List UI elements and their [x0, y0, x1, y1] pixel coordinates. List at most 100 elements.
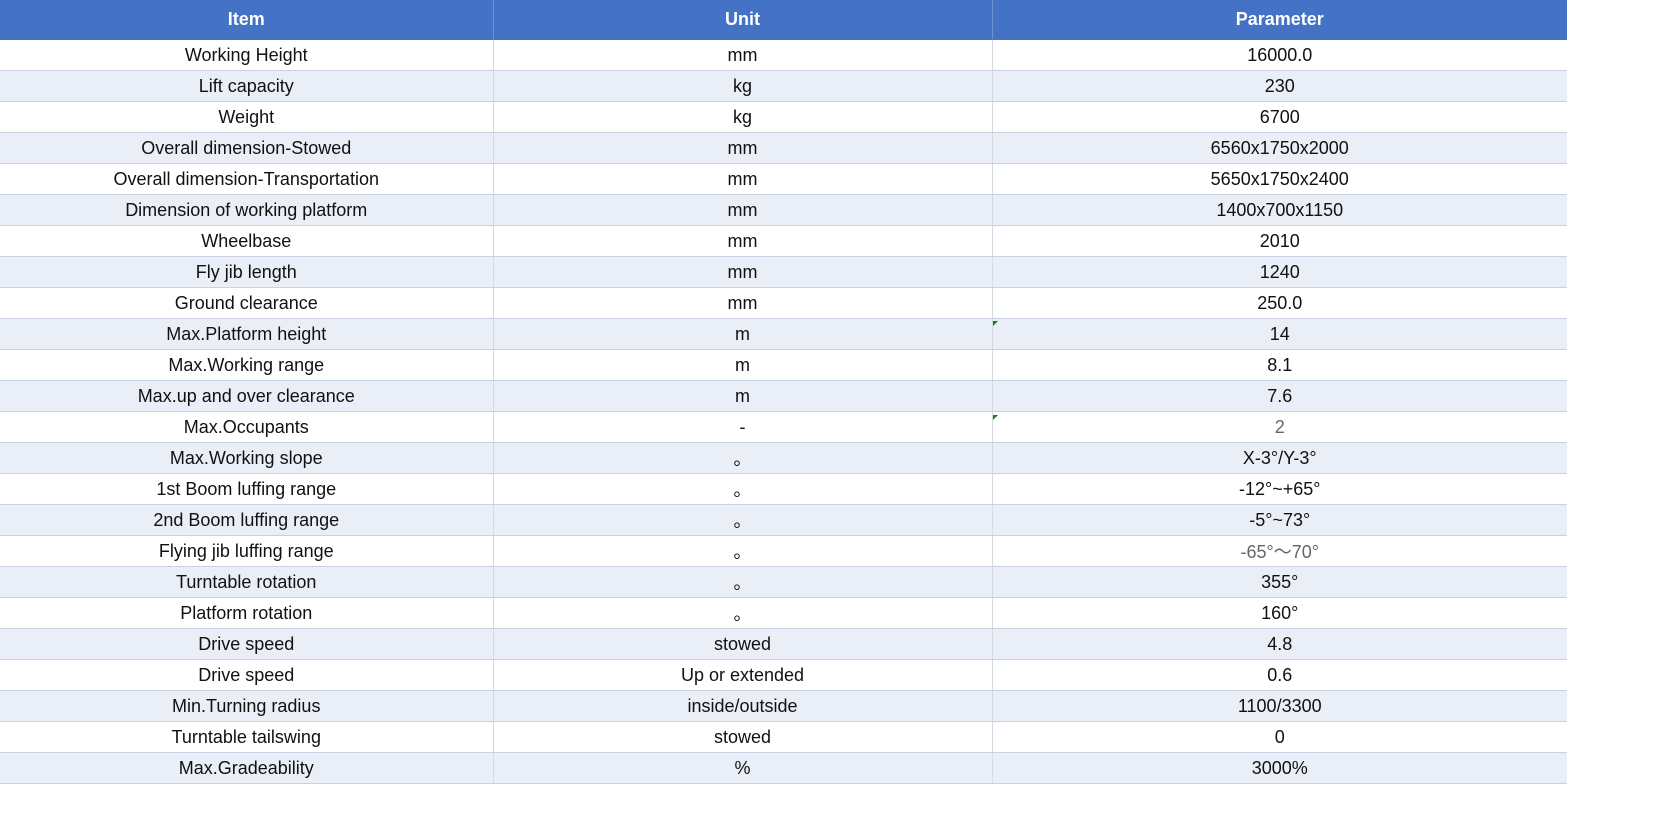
spec-table: Item Unit Parameter Working Height mm 1600… [0, 0, 1567, 784]
cell-note-marker [993, 321, 998, 326]
cell-parameter[interactable]: 6700 [992, 101, 1567, 133]
cell-unit[interactable]: mm [493, 225, 993, 257]
cell-item[interactable]: 2nd Boom luffing range [0, 504, 494, 536]
table-row: Max.Occupants -2 [0, 411, 1567, 443]
cell-parameter[interactable]: -12°~+65° [992, 473, 1567, 505]
cell-parameter[interactable]: 1400x700x1150 [992, 194, 1567, 226]
table-body: Working Height mm 16000.0 Lift capacity kg 23… [0, 39, 1567, 784]
cell-item[interactable]: Max.Platform height [0, 318, 494, 350]
cell-parameter[interactable]: 250.0 [992, 287, 1567, 319]
cell-unit[interactable]: mm [493, 287, 993, 319]
cell-parameter[interactable]: 230 [992, 70, 1567, 102]
cell-unit[interactable]: Up or extended [493, 659, 993, 691]
cell-item[interactable]: Drive speed [0, 659, 494, 691]
table-row: Max.Working slope。 X-3°/Y-3° [0, 442, 1567, 474]
cell-item[interactable]: Ground clearance [0, 287, 494, 319]
table-row: Wheelbase mm 2010 [0, 225, 1567, 257]
cell-unit[interactable]: mm [493, 132, 993, 164]
table-row: 1st Boom luffing range。 -12°~+65° [0, 473, 1567, 505]
cell-unit[interactable]: mm [493, 194, 993, 226]
cell-parameter[interactable]: 355° [992, 566, 1567, 598]
cell-item[interactable]: Max.Working range [0, 349, 494, 381]
cell-parameter[interactable]: 14 [992, 318, 1567, 350]
cell-unit[interactable]: 。 [493, 442, 993, 474]
cell-unit[interactable]: m [493, 349, 993, 381]
header-parameter[interactable]: Parameter [992, 0, 1567, 40]
cell-item[interactable]: Max.Gradeability [0, 752, 494, 784]
table-row: Min.Turning radius inside/outside 1100/330… [0, 690, 1567, 722]
cell-item[interactable]: Fly jib length [0, 256, 494, 288]
table-row: Max.Platform height m 14 [0, 318, 1567, 350]
cell-parameter[interactable]: 1100/3300 [992, 690, 1567, 722]
table-row: 2nd Boom luffing range。 -5°~73° [0, 504, 1567, 536]
table-row: Drive speed stowed 4.8 [0, 628, 1567, 660]
table-row: Drive speed Up or extended 0.6 [0, 659, 1567, 691]
spec-sheet: Item Unit Parameter Working Height mm 1600… [0, 0, 1567, 791]
cell-item[interactable]: Working Height [0, 39, 494, 71]
cell-item[interactable]: Weight [0, 101, 494, 133]
cell-parameter[interactable]: 4.8 [992, 628, 1567, 660]
table-row: Lift capacity kg 230 [0, 70, 1567, 102]
table-row: Ground clearance mm 250.0 [0, 287, 1567, 319]
cell-unit[interactable]: stowed [493, 721, 993, 753]
table-row: Dimension of working platform mm 1400x700x… [0, 194, 1567, 226]
cell-parameter[interactable]: -65°～70° [992, 535, 1567, 567]
cell-parameter[interactable]: X-3°/Y-3° [992, 442, 1567, 474]
cell-unit[interactable]: 。 [493, 566, 993, 598]
table-row: Overall dimension-Stowed mm 6560x1750x2000 [0, 132, 1567, 164]
header-item[interactable]: Item [0, 0, 494, 40]
cell-item[interactable]: Overall dimension-Stowed [0, 132, 494, 164]
cell-item[interactable]: Overall dimension-Transportation [0, 163, 494, 195]
cell-unit[interactable]: kg [493, 70, 993, 102]
table-header: Item Unit Parameter [0, 0, 1567, 40]
cell-unit[interactable]: - [493, 411, 993, 443]
cell-parameter[interactable]: 2010 [992, 225, 1567, 257]
cell-item[interactable]: Wheelbase [0, 225, 494, 257]
table-row: Fly jib length mm 1240 [0, 256, 1567, 288]
header-unit[interactable]: Unit [493, 0, 993, 40]
cell-item[interactable]: Dimension of working platform [0, 194, 494, 226]
cell-parameter[interactable]: -5°~73° [992, 504, 1567, 536]
table-row: Flying jib luffing range。 -65°～70° [0, 535, 1567, 567]
cell-unit[interactable]: m [493, 380, 993, 412]
cell-parameter[interactable]: 6560x1750x2000 [992, 132, 1567, 164]
cell-parameter[interactable]: 7.6 [992, 380, 1567, 412]
cell-item[interactable]: 1st Boom luffing range [0, 473, 494, 505]
cell-item[interactable]: Drive speed [0, 628, 494, 660]
cell-unit[interactable]: 。 [493, 473, 993, 505]
cell-parameter[interactable]: 8.1 [992, 349, 1567, 381]
cell-item[interactable]: Min.Turning radius [0, 690, 494, 722]
table-row: Max.Working range m 8.1 [0, 349, 1567, 381]
cell-item[interactable]: Max.up and over clearance [0, 380, 494, 412]
cell-parameter[interactable]: 1240 [992, 256, 1567, 288]
cell-unit[interactable]: 。 [493, 504, 993, 536]
cell-parameter[interactable]: 5650x1750x2400 [992, 163, 1567, 195]
cell-unit[interactable]: stowed [493, 628, 993, 660]
cell-item[interactable]: Turntable rotation [0, 566, 494, 598]
cell-parameter[interactable]: 160° [992, 597, 1567, 629]
cell-unit[interactable]: m [493, 318, 993, 350]
cell-parameter[interactable]: 2 [992, 411, 1567, 443]
cell-unit[interactable]: 。 [493, 535, 993, 567]
cell-unit[interactable]: mm [493, 39, 993, 71]
cell-unit[interactable]: % [493, 752, 993, 784]
cell-item[interactable]: Turntable tailswing [0, 721, 494, 753]
cell-item[interactable]: Platform rotation [0, 597, 494, 629]
table-row: Overall dimension-Transportation mm 5650x1… [0, 163, 1567, 195]
header-row: Item Unit Parameter [0, 0, 1567, 40]
cell-item[interactable]: Flying jib luffing range [0, 535, 494, 567]
cell-parameter[interactable]: 3000% [992, 752, 1567, 784]
cell-item[interactable]: Max.Working slope [0, 442, 494, 474]
cell-parameter[interactable]: 0.6 [992, 659, 1567, 691]
cell-unit[interactable]: mm [493, 256, 993, 288]
table-row: Max.up and over clearance m 7.6 [0, 380, 1567, 412]
cell-unit[interactable]: mm [493, 163, 993, 195]
cell-parameter[interactable]: 16000.0 [992, 39, 1567, 71]
cell-unit[interactable]: inside/outside [493, 690, 993, 722]
cell-unit[interactable]: 。 [493, 597, 993, 629]
cell-parameter[interactable]: 0 [992, 721, 1567, 753]
cell-unit[interactable]: kg [493, 101, 993, 133]
table-row: Max.Gradeability% 3000% [0, 752, 1567, 784]
cell-item[interactable]: Lift capacity [0, 70, 494, 102]
cell-item[interactable]: Max.Occupants [0, 411, 494, 443]
